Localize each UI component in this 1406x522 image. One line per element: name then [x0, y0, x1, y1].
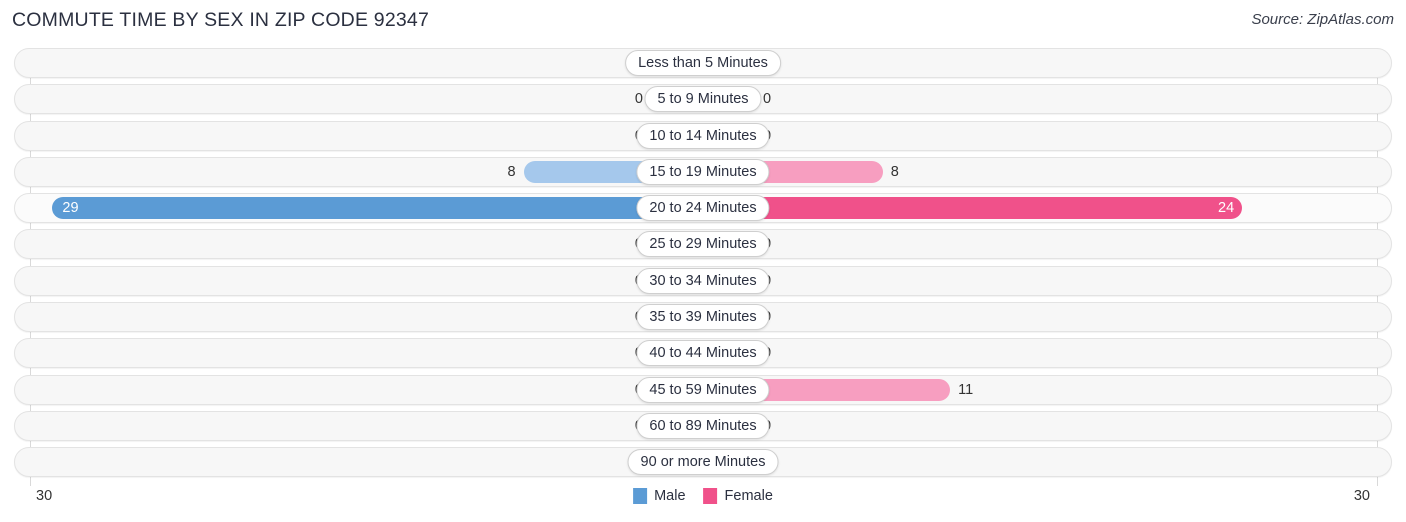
bar-rows: 00Less than 5 Minutes 0 05 to 9 Minutes 001…: [0, 48, 1406, 484]
table-row[interactable]: 0010 to 14 Minutes: [0, 120, 1406, 151]
page-title: COMMUTE TIME BY SEX IN ZIP CODE 92347: [12, 9, 430, 31]
table-row[interactable]: 00Less than 5 Minutes: [0, 48, 1406, 78]
table-row[interactable]: 0025 to 29 Minutes: [0, 229, 1406, 260]
legend-label-male: Male: [654, 488, 686, 504]
value-label-female: 0: [763, 91, 772, 108]
legend-item-female[interactable]: Female: [703, 488, 773, 504]
legend-item-male[interactable]: Male: [633, 488, 686, 504]
value-label-female: 24: [1218, 200, 1235, 217]
category-label[interactable]: 90 or more Minutes: [627, 449, 779, 476]
chart-footer: 30 30 Male Female: [0, 484, 1406, 522]
legend-label-female: Female: [724, 488, 773, 504]
axis-tick-left: 30: [36, 488, 53, 504]
source-attribution: Source: ZipAtlas.com: [1251, 11, 1394, 28]
table-row[interactable]: 01145 to 59 Minutes: [0, 374, 1406, 405]
category-label[interactable]: Less than 5 Minutes: [625, 50, 781, 76]
category-label[interactable]: 5 to 9 Minutes: [644, 86, 762, 113]
chart-plot-area: 00Less than 5 Minutes 0 05 to 9 Minutes 001…: [0, 48, 1406, 486]
chart-legend: Male Female: [633, 488, 773, 504]
table-row[interactable]: 0090 or more Minutes: [0, 447, 1406, 478]
value-label-female: 8: [890, 163, 899, 180]
value-label-male: 0: [634, 91, 643, 108]
category-label[interactable]: 40 to 44 Minutes: [636, 340, 770, 367]
category-label[interactable]: 60 to 89 Minutes: [636, 412, 770, 439]
table-row[interactable]: 0040 to 44 Minutes: [0, 338, 1406, 369]
table-row[interactable]: 8 8 15 to 19 Minutes: [0, 156, 1406, 187]
category-label[interactable]: 20 to 24 Minutes: [636, 195, 770, 222]
category-label[interactable]: 35 to 39 Minutes: [636, 304, 770, 331]
chart-header: COMMUTE TIME BY SEX IN ZIP CODE 92347 So…: [0, 0, 1406, 44]
table-row[interactable]: 29 24 20 to 24 Minutes: [0, 193, 1406, 224]
table-row[interactable]: 0030 to 34 Minutes: [0, 265, 1406, 296]
category-label[interactable]: 10 to 14 Minutes: [636, 122, 770, 149]
category-label[interactable]: 30 to 34 Minutes: [636, 267, 770, 294]
axis-tick-right: 30: [1353, 488, 1370, 504]
legend-swatch-female-icon: [703, 488, 718, 504]
value-label-male: 29: [62, 200, 79, 217]
value-label-female: 11: [958, 381, 974, 398]
table-row[interactable]: 0 05 to 9 Minutes: [0, 84, 1406, 115]
category-label[interactable]: 15 to 19 Minutes: [636, 158, 770, 185]
category-label[interactable]: 25 to 29 Minutes: [636, 231, 770, 258]
value-label-male: 8: [507, 163, 516, 180]
bar-male[interactable]: [52, 197, 703, 220]
table-row[interactable]: 0035 to 39 Minutes: [0, 302, 1406, 333]
category-label[interactable]: 45 to 59 Minutes: [636, 376, 770, 403]
legend-swatch-male-icon: [633, 488, 648, 504]
table-row[interactable]: 0060 to 89 Minutes: [0, 410, 1406, 441]
bar-female[interactable]: [703, 197, 1243, 220]
